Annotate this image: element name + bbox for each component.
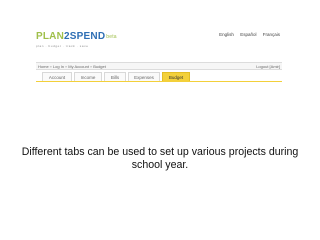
breadcrumb-separator: »: [65, 64, 68, 69]
plan2spend-logo[interactable]: PLAN2SPENDbeta: [36, 32, 117, 42]
breadcrumb-bar: Home»Log In»My Account»Budget Logout [Am…: [36, 62, 282, 70]
logo-beta-badge: beta: [106, 34, 117, 40]
tab-expenses[interactable]: Expenses: [128, 72, 160, 81]
language-link-espanol[interactable]: Español: [240, 32, 256, 37]
language-switcher: English Español Français: [214, 32, 280, 37]
logo-tagline: plan · budget · track · save: [36, 44, 89, 48]
breadcrumb: Home»Log In»My Account»Budget: [38, 64, 106, 69]
tab-bills[interactable]: Bills: [104, 72, 126, 81]
breadcrumb-budget: Budget: [93, 64, 106, 69]
tab-budget[interactable]: Budget: [162, 72, 190, 81]
breadcrumb-separator: »: [89, 64, 93, 69]
breadcrumb-home[interactable]: Home: [38, 64, 49, 69]
language-link-francais[interactable]: Français: [263, 32, 280, 37]
tab-bar: Account Income Bills Expenses Budget: [36, 72, 282, 81]
logo-spend-text: SPEND: [69, 31, 106, 42]
tab-income[interactable]: Income: [74, 72, 102, 81]
slide-caption: Different tabs can be used to set up var…: [21, 146, 299, 171]
breadcrumb-my-account[interactable]: My Account: [68, 64, 89, 69]
app-screenshot: PLAN2SPENDbeta plan · budget · track · s…: [28, 24, 284, 104]
tab-account[interactable]: Account: [42, 72, 72, 81]
tab-underline: [36, 81, 282, 82]
logo-plan-text: PLAN: [36, 31, 65, 42]
breadcrumb-login[interactable]: Log In: [53, 64, 64, 69]
breadcrumb-separator: »: [49, 64, 52, 69]
logout-link[interactable]: Logout [Amir]: [256, 64, 280, 69]
language-link-english[interactable]: English: [219, 32, 234, 37]
